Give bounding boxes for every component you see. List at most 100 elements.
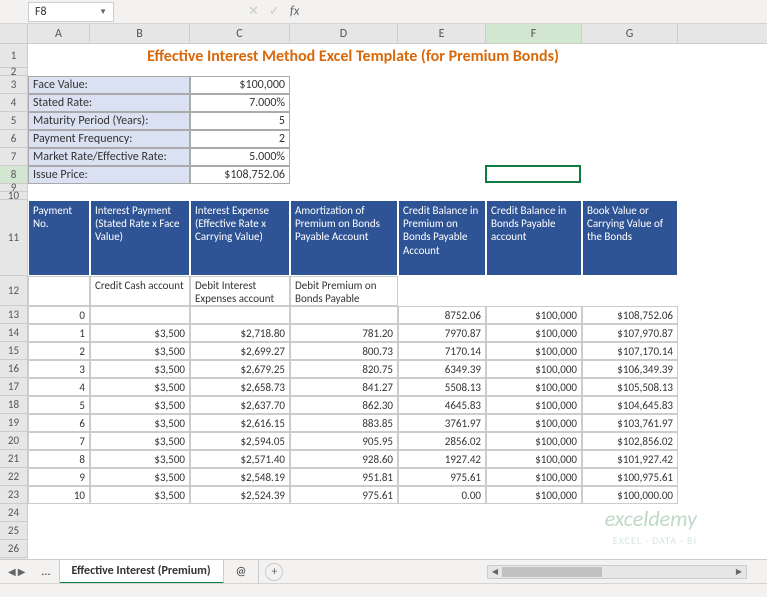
cell-F16[interactable]: $100,000 — [486, 360, 582, 378]
cell-G15[interactable]: $107,170.14 — [582, 342, 678, 360]
row-header-21[interactable]: 21 — [0, 450, 28, 468]
cell-C7[interactable]: 5.000% — [190, 148, 290, 166]
cell-F18[interactable]: $100,000 — [486, 396, 582, 414]
cell-D13[interactable] — [290, 306, 398, 324]
tab-nav-next-icon[interactable]: ▶ — [18, 565, 26, 578]
col-header-E[interactable]: E — [398, 24, 486, 43]
cell-B22[interactable]: $3,500 — [90, 468, 190, 486]
new-sheet-button[interactable]: + — [265, 563, 283, 581]
col-header-G[interactable]: G — [582, 24, 678, 43]
cell-B20[interactable]: $3,500 — [90, 432, 190, 450]
cell-A4[interactable]: Stated Rate: — [28, 94, 190, 112]
select-all-corner[interactable] — [0, 24, 28, 43]
cell-C23[interactable]: $2,524.39 — [190, 486, 290, 504]
cell-C12[interactable]: Debit Interest Expenses account — [190, 276, 290, 306]
cell-D20[interactable]: 905.95 — [290, 432, 398, 450]
cell-A13[interactable]: 0 — [28, 306, 90, 324]
cell-F21[interactable]: $100,000 — [486, 450, 582, 468]
cell-C13[interactable] — [190, 306, 290, 324]
cell-A12[interactable] — [28, 276, 90, 306]
cell-G17[interactable]: $105,508.13 — [582, 378, 678, 396]
cell-D23[interactable]: 975.61 — [290, 486, 398, 504]
cell-A5[interactable]: Maturity Period (Years): — [28, 112, 190, 130]
col-header-A[interactable]: A — [28, 24, 90, 43]
cell-B15[interactable]: $3,500 — [90, 342, 190, 360]
cell-F11[interactable]: Credit Balance in Bonds Payable account — [486, 200, 582, 276]
row-header-3[interactable]: 3 — [0, 76, 28, 94]
row-header-25[interactable]: 25 — [0, 522, 28, 540]
cell-C8[interactable]: $108,752.06 — [190, 166, 290, 184]
cell-B19[interactable]: $3,500 — [90, 414, 190, 432]
tab-active[interactable]: Effective Interest (Premium) — [60, 560, 224, 584]
cell-G21[interactable]: $101,927.42 — [582, 450, 678, 468]
tab-overflow[interactable]: ... — [33, 560, 59, 584]
cell-B14[interactable]: $3,500 — [90, 324, 190, 342]
cell-A3[interactable]: Face Value: — [28, 76, 190, 94]
row-header-16[interactable]: 16 — [0, 360, 28, 378]
cell-B18[interactable]: $3,500 — [90, 396, 190, 414]
cell-E16[interactable]: 6349.39 — [398, 360, 486, 378]
row-header-7[interactable]: 7 — [0, 148, 28, 166]
cells-area[interactable]: Effective Interest Method Excel Template… — [28, 44, 767, 564]
cell-F15[interactable]: $100,000 — [486, 342, 582, 360]
cell-D15[interactable]: 800.73 — [290, 342, 398, 360]
cell-C21[interactable]: $2,571.40 — [190, 450, 290, 468]
cell-C20[interactable]: $2,594.05 — [190, 432, 290, 450]
cell-C19[interactable]: $2,616.15 — [190, 414, 290, 432]
cell-D22[interactable]: 951.81 — [290, 468, 398, 486]
cell-D21[interactable]: 928.60 — [290, 450, 398, 468]
cell-E23[interactable]: 0.00 — [398, 486, 486, 504]
row-header-13[interactable]: 13 — [0, 306, 28, 324]
cell-D19[interactable]: 883.85 — [290, 414, 398, 432]
cell-C11[interactable]: Interest Expense (Effective Rate x Carry… — [190, 200, 290, 276]
cell-A1[interactable]: Effective Interest Method Excel Template… — [28, 44, 678, 68]
cell-E15[interactable]: 7170.14 — [398, 342, 486, 360]
row-header-6[interactable]: 6 — [0, 130, 28, 148]
tab-other[interactable]: @ — [224, 560, 260, 584]
row-header-11[interactable]: 11 — [0, 200, 28, 276]
cell-A6[interactable]: Payment Frequency: — [28, 130, 190, 148]
cell-G16[interactable]: $106,349.39 — [582, 360, 678, 378]
cell-E19[interactable]: 3761.97 — [398, 414, 486, 432]
cell-F14[interactable]: $100,000 — [486, 324, 582, 342]
cell-B21[interactable]: $3,500 — [90, 450, 190, 468]
cell-C17[interactable]: $2,658.73 — [190, 378, 290, 396]
cell-C18[interactable]: $2,637.70 — [190, 396, 290, 414]
row-header-22[interactable]: 22 — [0, 468, 28, 486]
row-header-4[interactable]: 4 — [0, 94, 28, 112]
cell-A15[interactable]: 2 — [28, 342, 90, 360]
cell-B13[interactable] — [90, 306, 190, 324]
cell-E21[interactable]: 1927.42 — [398, 450, 486, 468]
cell-E20[interactable]: 2856.02 — [398, 432, 486, 450]
row-header-14[interactable]: 14 — [0, 324, 28, 342]
cell-B17[interactable]: $3,500 — [90, 378, 190, 396]
scroll-left-icon[interactable]: ◀ — [488, 566, 502, 578]
cell-A21[interactable]: 8 — [28, 450, 90, 468]
cell-B12[interactable]: Credit Cash account — [90, 276, 190, 306]
row-header-19[interactable]: 19 — [0, 414, 28, 432]
row-header-15[interactable]: 15 — [0, 342, 28, 360]
cell-A14[interactable]: 1 — [28, 324, 90, 342]
col-header-B[interactable]: B — [90, 24, 190, 43]
cell-A18[interactable]: 5 — [28, 396, 90, 414]
cell-G20[interactable]: $102,856.02 — [582, 432, 678, 450]
col-header-F[interactable]: F — [486, 24, 582, 43]
cell-C14[interactable]: $2,718.80 — [190, 324, 290, 342]
cell-G22[interactable]: $100,975.61 — [582, 468, 678, 486]
cell-C4[interactable]: 7.000% — [190, 94, 290, 112]
tab-nav-prev-icon[interactable]: ◀ — [8, 565, 16, 578]
cell-B16[interactable]: $3,500 — [90, 360, 190, 378]
row-header-2[interactable]: 2 — [0, 68, 28, 76]
cell-A19[interactable]: 6 — [28, 414, 90, 432]
fx-icon[interactable]: fx — [290, 4, 300, 19]
cell-G14[interactable]: $107,970.87 — [582, 324, 678, 342]
cell-A11[interactable]: Payment No. — [28, 200, 90, 276]
cell-C15[interactable]: $2,699.27 — [190, 342, 290, 360]
cell-F13[interactable]: $100,000 — [486, 306, 582, 324]
cell-A8[interactable]: Issue Price: — [28, 166, 190, 184]
cell-D11[interactable]: Amortization of Premium on Bonds Payable… — [290, 200, 398, 276]
cell-G13[interactable]: $108,752.06 — [582, 306, 678, 324]
cell-E14[interactable]: 7970.87 — [398, 324, 486, 342]
row-header-20[interactable]: 20 — [0, 432, 28, 450]
cell-F22[interactable]: $100,000 — [486, 468, 582, 486]
